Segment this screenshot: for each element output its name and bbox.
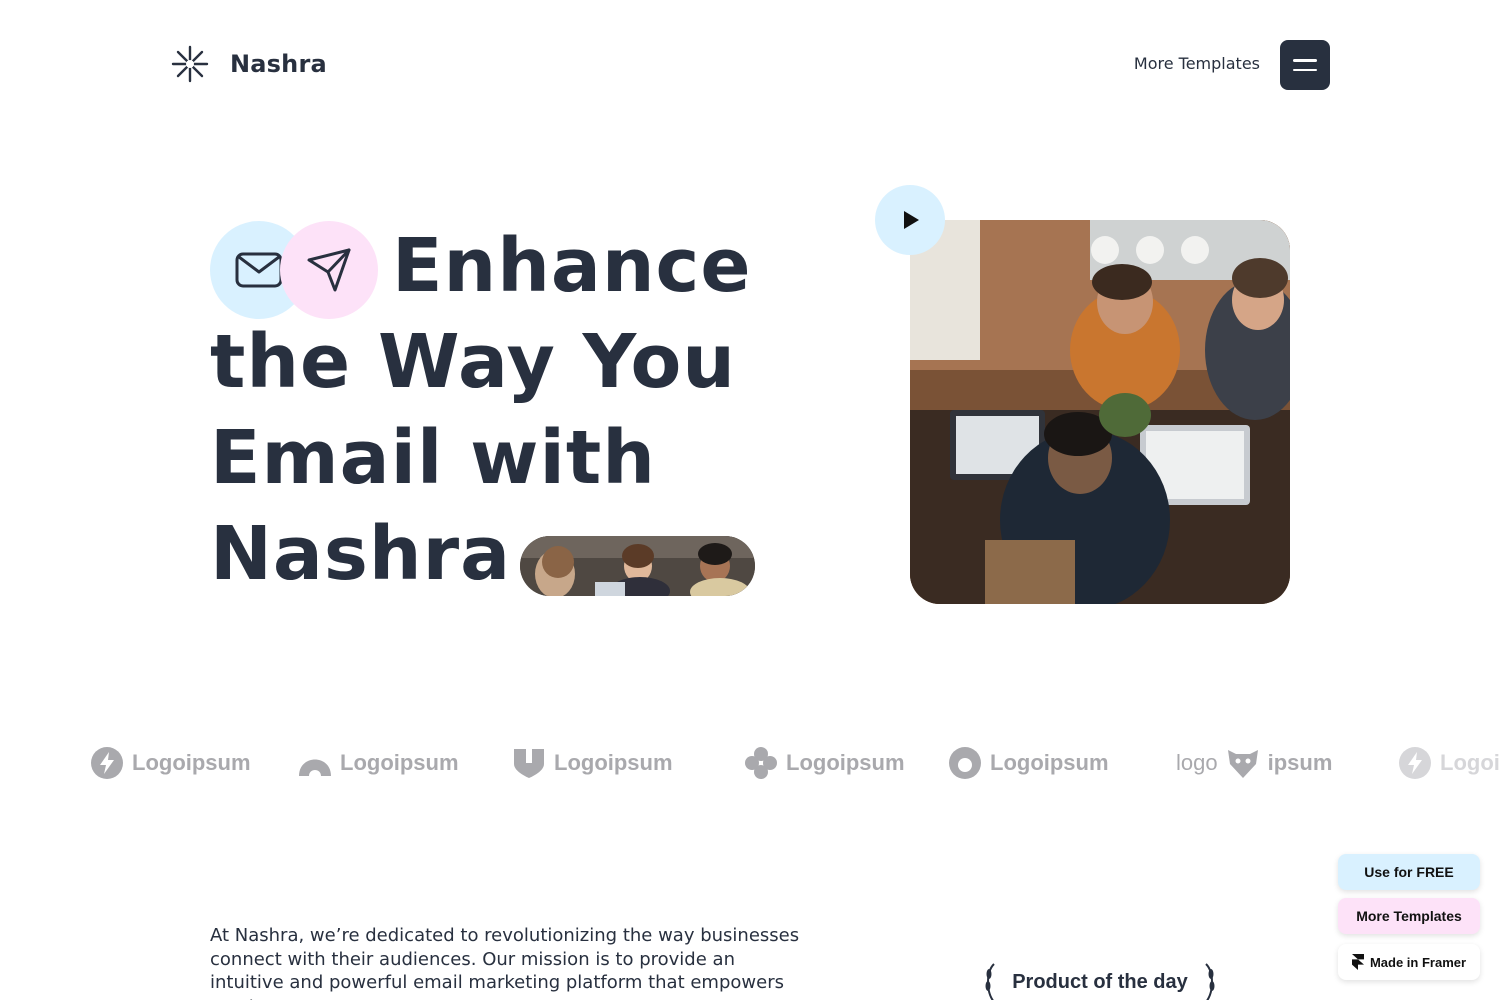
hero-title-line-1: Enhance <box>392 223 752 309</box>
partner-logo-partial-right: Logoipsum <box>1398 746 1500 780</box>
product-of-the-day-badge[interactable]: Product of the day <box>975 962 1225 1000</box>
laurel-left-icon <box>985 963 995 1000</box>
arch-icon <box>299 759 331 776</box>
partner-logo: Logoipsum <box>298 746 459 780</box>
laurel-right-icon <box>1205 963 1215 1000</box>
use-for-free-button[interactable]: Use for FREE <box>1338 854 1480 890</box>
bolt-circle-icon <box>1399 747 1431 779</box>
about-paragraph: At Nashra, we’re dedicated to revolution… <box>210 925 800 1000</box>
bolt-circle-icon <box>91 747 123 779</box>
partner-logo: Logoipsum <box>744 746 905 780</box>
brand-name: Nashra <box>230 50 327 78</box>
shield-icon <box>514 749 544 778</box>
menu-button[interactable] <box>1280 40 1330 90</box>
play-icon <box>904 211 919 229</box>
team-working-photo <box>910 220 1290 604</box>
partner-logos-strip: n Logoipsum Logoipsum Logoipsum Logoipsu… <box>0 740 1500 790</box>
partner-logo: Logoipsum <box>512 746 673 780</box>
partner-logo: logo ipsum <box>1176 746 1332 780</box>
hero-title-line-3: Email with <box>210 415 656 501</box>
framer-logo-icon <box>1351 954 1364 970</box>
flower-icon <box>745 747 777 779</box>
hero-title-line-2: the Way You <box>210 319 736 405</box>
more-templates-link[interactable]: More Templates <box>1134 54 1260 73</box>
made-in-framer-button[interactable]: Made in Framer <box>1338 944 1480 980</box>
hamburger-menu-icon <box>1293 59 1317 62</box>
play-video-button[interactable] <box>875 185 945 255</box>
more-templates-button[interactable]: More Templates <box>1338 898 1480 934</box>
team-pill-photo <box>520 536 755 596</box>
brand-logo[interactable]: Nashra <box>170 44 327 84</box>
asterisk-starburst-icon <box>171 45 209 83</box>
ring-icon <box>949 747 981 779</box>
product-of-the-day-label: Product of the day <box>1012 970 1188 993</box>
partner-logo: Logoipsum <box>948 746 1109 780</box>
bear-icon <box>1227 750 1258 778</box>
partner-logo: Logoipsum <box>90 746 251 780</box>
